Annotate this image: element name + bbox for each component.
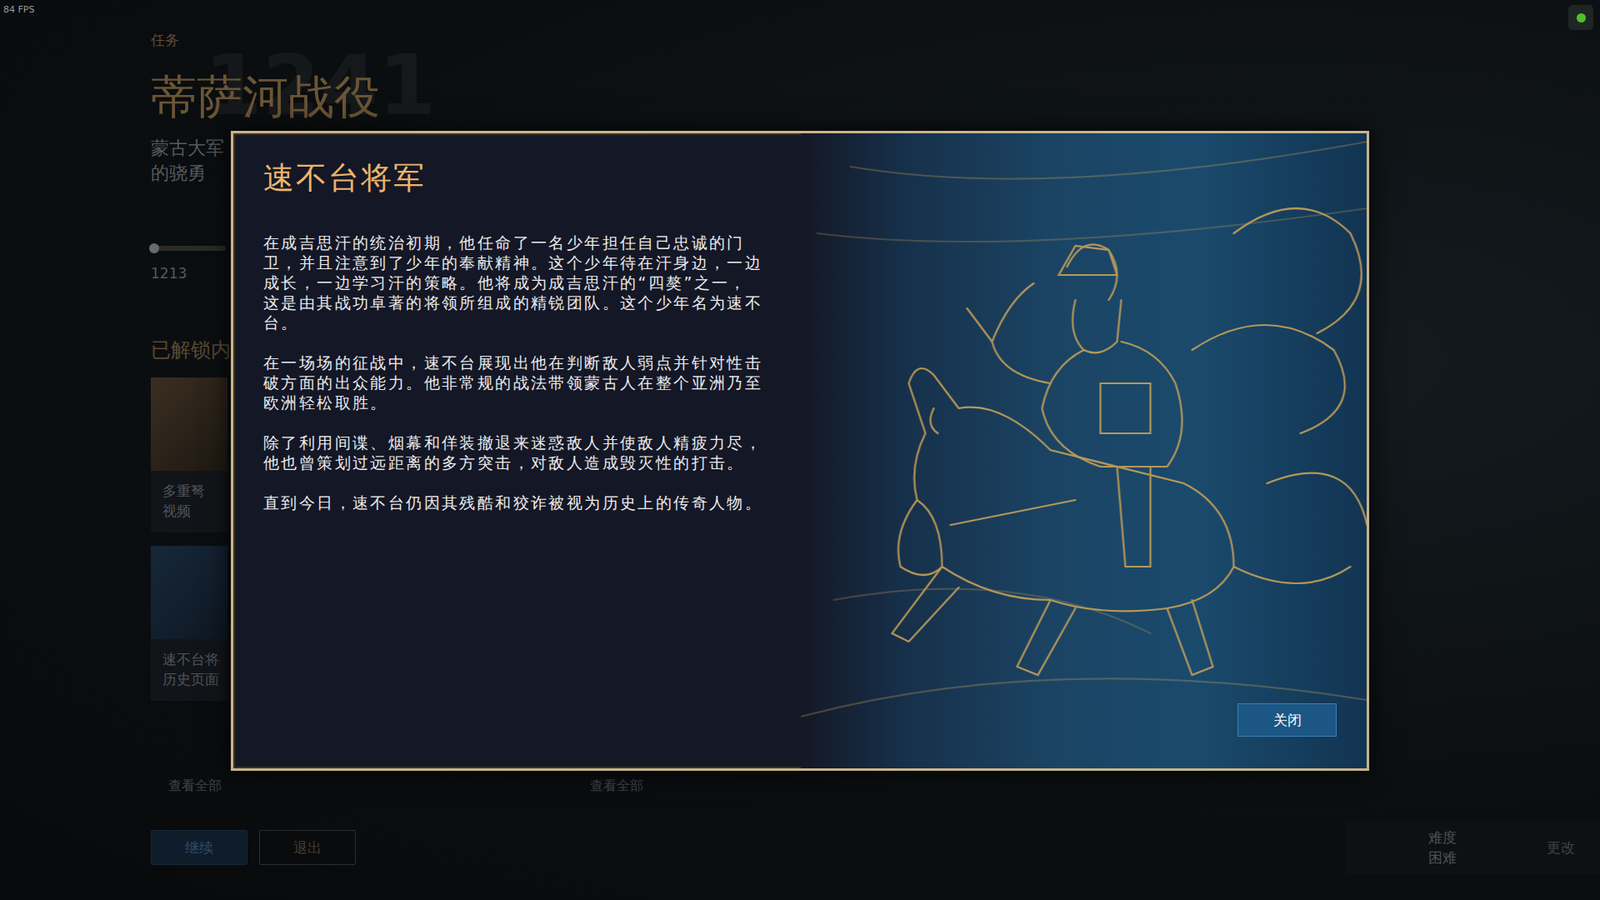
mission-title-block: 1241蒂萨河战役: [150, 69, 380, 125]
mission-screen: 84 FPS任务1241蒂萨河战役蒙古大军的骁勇1213已解锁内多重弩视频速不台…: [0, 0, 1600, 900]
view-all-link[interactable]: 查看全部: [590, 777, 644, 795]
card-subtitle: 视频: [162, 500, 225, 521]
modal-body: 在成吉思汗的统治初期，他任命了一名少年担任自己忠诚的门卫，并且注意到了少年的奉献…: [263, 232, 764, 513]
card-thumbnail: [150, 377, 228, 471]
modal-paragraph: 在成吉思汗的统治初期，他任命了一名少年担任自己忠诚的门卫，并且注意到了少年的奉献…: [263, 232, 764, 333]
timeline-slider[interactable]: [150, 245, 226, 251]
fps-counter: 84 FPS: [3, 4, 35, 15]
unlocked-card[interactable]: 速不台将历史页面: [150, 545, 228, 701]
card-title: 速不台将: [162, 649, 225, 670]
modal-title: 速不台将军: [263, 159, 801, 198]
mission-button[interactable]: 继续: [150, 830, 248, 865]
difficulty-panel: 难度困难 更改: [1345, 820, 1600, 875]
timeline-knob[interactable]: [149, 243, 160, 254]
card-title: 多重弩: [162, 480, 225, 501]
unlocked-heading: 已解锁内: [150, 338, 231, 362]
horseman-illustration-icon: [800, 133, 1367, 769]
mission-label: 任务: [150, 31, 180, 49]
unlocked-card[interactable]: 多重弩视频: [150, 377, 228, 533]
illustration: 关闭: [800, 133, 1367, 769]
view-all-row: 查看全部 查看全部: [0, 777, 1600, 795]
unlocked-list: 多重弩视频速不台将历史页面: [150, 377, 228, 701]
modal-paragraph: 直到今日，速不台仍因其残酷和狡诈被视为历史上的传奇人物。: [263, 492, 764, 513]
history-modal: 速不台将军在成吉思汗的统治初期，他任命了一名少年担任自己忠诚的门卫，并且注意到了…: [230, 130, 1370, 771]
description-line: 蒙古大军: [150, 135, 225, 161]
mission-description: 蒙古大军的骁勇: [150, 135, 225, 186]
difficulty-value: 困难: [1428, 847, 1457, 868]
status-indicator: [1568, 5, 1594, 30]
modal-paragraph: 除了利用间谍、烟幕和佯装撤退来迷惑敌人并使敌人精疲力尽，他也曾策划过远距离的多方…: [263, 432, 764, 473]
close-button[interactable]: 关闭: [1237, 703, 1337, 737]
view-all-link[interactable]: 查看全部: [168, 777, 222, 795]
status-dot-icon: [1576, 13, 1586, 23]
card-subtitle: 历史页面: [162, 669, 225, 690]
mission-button[interactable]: 退出: [259, 830, 356, 865]
bottom-bar: 继续退出 难度困难 更改: [0, 820, 1600, 875]
change-difficulty-button[interactable]: 更改: [1546, 838, 1575, 858]
description-line: 的骁勇: [150, 160, 225, 186]
difficulty-label: 难度: [1428, 827, 1457, 848]
mission-title: 蒂萨河战役: [150, 69, 380, 125]
card-thumbnail: [150, 545, 228, 640]
timeline-label: 1213: [150, 264, 187, 283]
modal-paragraph: 在一场场的征战中，速不台展现出他在判断敌人弱点并针对性击破方面的出众能力。他非常…: [263, 352, 764, 413]
